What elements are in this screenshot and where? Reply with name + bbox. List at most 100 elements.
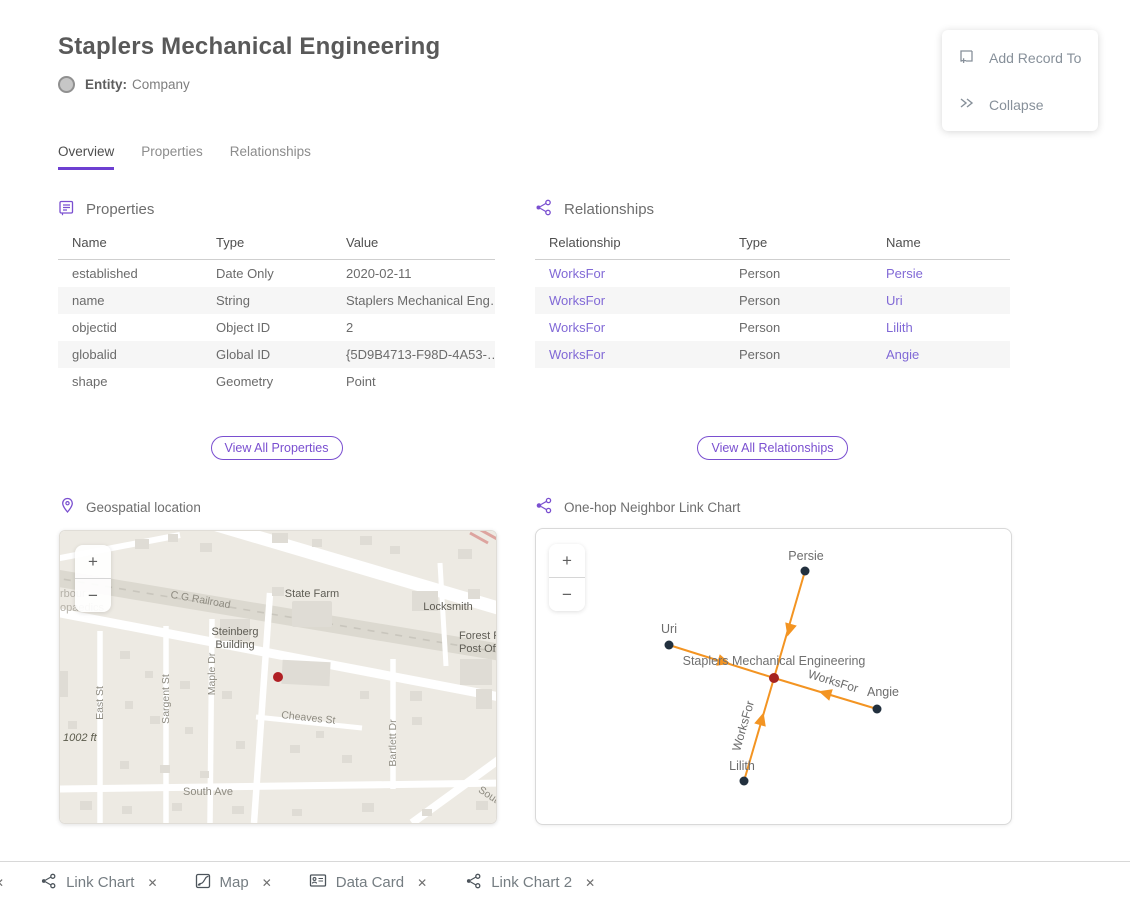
related-entity-link[interactable]: Uri — [886, 293, 903, 308]
bottom-tab-link-chart[interactable]: Link Chart ✕ — [40, 873, 157, 893]
property-type: Date Only — [202, 260, 332, 288]
section-title: Geospatial location — [86, 500, 201, 515]
map-icon — [195, 873, 211, 893]
relationships-button-row: View All Relationships — [535, 436, 1010, 460]
node-label-persie: Persie — [788, 549, 823, 563]
property-value: {5D9B4713-F98D-4A53-… — [332, 341, 495, 368]
relationship-link[interactable]: WorksFor — [549, 347, 605, 362]
link-chart-icon — [465, 873, 482, 893]
map-label-steinberg: Building — [215, 639, 254, 651]
link-chart-section-header: One-hop Neighbor Link Chart — [535, 497, 740, 517]
view-all-properties-button[interactable]: View All Properties — [211, 436, 343, 460]
entity-row: Entity: Company — [58, 76, 190, 93]
entity-type-value: Company — [132, 77, 190, 92]
node-persie[interactable] — [801, 567, 810, 576]
node-label-uri: Uri — [661, 622, 677, 636]
node-center-entity[interactable] — [769, 673, 779, 683]
relationship-type: Person — [725, 287, 872, 314]
column-header: Relationship — [535, 229, 725, 260]
property-type: Object ID — [202, 314, 332, 341]
column-header: Type — [725, 229, 872, 260]
chart-zoom-in-button[interactable]: + — [549, 544, 585, 577]
tab-overview[interactable]: Overview — [58, 144, 114, 170]
map-label-forest-park: Forest Par — [459, 630, 496, 642]
table-row: WorksFor Person Lilith — [535, 314, 1010, 341]
node-angie[interactable] — [873, 705, 882, 714]
property-name: established — [58, 260, 202, 288]
tab-close-icon[interactable]: ✕ — [0, 876, 4, 890]
node-uri[interactable] — [665, 641, 674, 650]
map-pin-icon — [60, 497, 75, 517]
map-canvas[interactable]: rbour opaedics C G Railroad State Farm L… — [60, 531, 496, 823]
table-row: shape Geometry Point — [58, 368, 495, 395]
table-row: established Date Only 2020-02-11 — [58, 260, 495, 288]
table-row: WorksFor Person Persie — [535, 260, 1010, 288]
map-zoom-in-button[interactable]: + — [75, 545, 111, 578]
related-entity-link[interactable]: Lilith — [886, 320, 913, 335]
menu-item-collapse[interactable]: Collapse — [942, 82, 1098, 127]
property-value: 2 — [332, 314, 495, 341]
property-type: String — [202, 287, 332, 314]
menu-item-label: Collapse — [989, 97, 1043, 113]
link-chart-icon — [40, 873, 57, 893]
node-label-center-entity: Staplers Mechanical Engineering — [683, 654, 866, 668]
relationships-table: Relationship Type Name WorksFor Person P… — [535, 229, 1010, 368]
context-menu: Add Record To Collapse — [942, 30, 1098, 131]
related-entity-link[interactable]: Persie — [886, 266, 923, 281]
map-label-sargent-st: Sargent St — [160, 674, 172, 724]
map-zoom-out-button[interactable]: − — [75, 579, 111, 612]
relationship-link[interactable]: WorksFor — [549, 293, 605, 308]
map-marker[interactable] — [273, 672, 283, 682]
relationships-section-header: Relationships — [535, 199, 654, 220]
collapse-icon — [958, 96, 975, 113]
relationship-type: Person — [725, 341, 872, 368]
chart-zoom-control: + − — [549, 544, 585, 611]
bottom-tab-data-card[interactable]: Data Card ✕ — [309, 873, 427, 892]
menu-item-add-record-to[interactable]: Add Record To — [942, 34, 1098, 82]
bottom-tab-map[interactable]: Map ✕ — [195, 873, 272, 893]
map-label-forest-park: Post Offic — [459, 643, 496, 655]
section-title: Properties — [86, 201, 154, 218]
relationship-link[interactable]: WorksFor — [549, 266, 605, 281]
tab-row: Overview Properties Relationships — [58, 144, 311, 170]
map-label-maple-dr: Maple Dr — [206, 652, 218, 695]
property-type: Geometry — [202, 368, 332, 395]
property-type: Global ID — [202, 341, 332, 368]
tab-label: Link Chart 2 — [491, 874, 572, 891]
geospatial-section-header: Geospatial location — [60, 497, 201, 517]
map-label-steinberg: Steinberg — [211, 626, 258, 638]
bottom-tab-link-chart-2[interactable]: Link Chart 2 ✕ — [465, 873, 595, 893]
tab-relationships[interactable]: Relationships — [230, 144, 311, 170]
tab-close-icon[interactable]: ✕ — [417, 876, 427, 890]
relationship-link[interactable]: WorksFor — [549, 320, 605, 335]
tab-label: Data Card — [336, 874, 404, 891]
map-label-state-farm: State Farm — [285, 588, 339, 600]
map-label-south-ave: South Ave — [183, 786, 233, 798]
table-header-row: Name Type Value — [58, 229, 495, 260]
view-all-relationships-button[interactable]: View All Relationships — [697, 436, 847, 460]
related-entity-link[interactable]: Angie — [886, 347, 919, 362]
properties-button-row: View All Properties — [58, 436, 495, 460]
table-row: name String Staplers Mechanical Eng… — [58, 287, 495, 314]
geospatial-map[interactable]: rbour opaedics C G Railroad State Farm L… — [59, 530, 497, 824]
tab-close-icon[interactable]: ✕ — [262, 876, 272, 890]
link-chart-icon — [535, 497, 553, 517]
tab-close-icon[interactable]: ✕ — [585, 876, 595, 890]
table-header-row: Relationship Type Name — [535, 229, 1010, 260]
chart-zoom-out-button[interactable]: − — [549, 578, 585, 611]
table-row: globalid Global ID {5D9B4713-F98D-4A53-… — [58, 341, 495, 368]
table-row: objectid Object ID 2 — [58, 314, 495, 341]
entity-label: Entity: — [85, 77, 127, 92]
map-label-bartlett-dr: Bartlett Dr — [387, 719, 399, 767]
tab-close-icon[interactable]: ✕ — [147, 876, 157, 890]
section-title: Relationships — [564, 201, 654, 218]
property-name: objectid — [58, 314, 202, 341]
node-lilith[interactable] — [740, 777, 749, 786]
link-chart-canvas[interactable]: WorksFor WorksFor Persie Uri Angie Lilit… — [536, 529, 1011, 824]
one-hop-link-chart[interactable]: WorksFor WorksFor Persie Uri Angie Lilit… — [535, 528, 1012, 825]
properties-table: Name Type Value established Date Only 20… — [58, 229, 495, 395]
table-row: WorksFor Person Angie — [535, 341, 1010, 368]
tab-properties[interactable]: Properties — [141, 144, 203, 170]
property-value: 2020-02-11 — [332, 260, 495, 288]
relationships-icon — [535, 199, 553, 220]
